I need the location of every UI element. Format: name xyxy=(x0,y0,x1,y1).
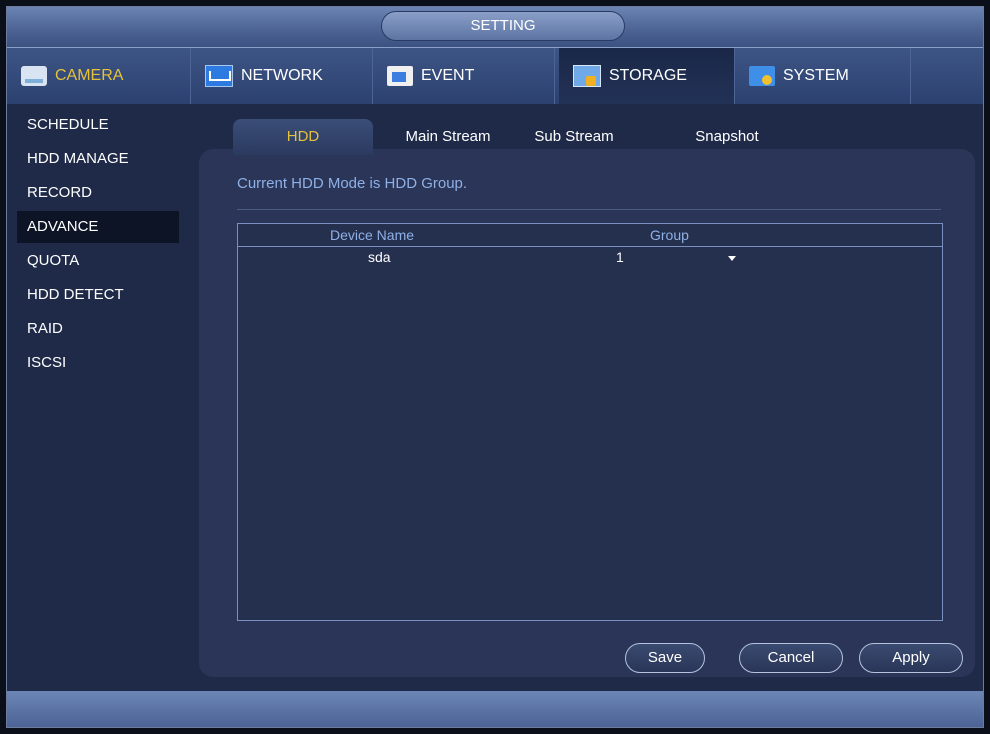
hdd-mode-text: Current HDD Mode is HDD Group. xyxy=(237,175,468,192)
sidebar-item-iscsi[interactable]: ISCSI xyxy=(17,347,179,379)
tab-camera-label: CAMERA xyxy=(55,67,124,84)
hdd-group-table: Device Name Group sda 1 xyxy=(237,223,943,621)
table-header: Device Name Group xyxy=(238,224,942,247)
tab-event-label: EVENT xyxy=(421,67,475,84)
window-title: SETTING xyxy=(381,11,625,41)
bottom-bar xyxy=(7,691,983,727)
tab-event[interactable]: EVENT xyxy=(373,48,555,104)
tab-system[interactable]: SYSTEM xyxy=(735,48,911,104)
table-row[interactable]: sda 1 xyxy=(238,247,942,269)
sidebar-item-raid[interactable]: RAID xyxy=(17,313,179,345)
device-name-cell: sda xyxy=(368,249,391,265)
cancel-button[interactable]: Cancel xyxy=(739,643,843,673)
tab-hdd[interactable]: HDD xyxy=(233,119,373,155)
main-panel: Current HDD Mode is HDD Group. Device Na… xyxy=(199,149,975,677)
sidebar-item-hdd-manage[interactable]: HDD MANAGE xyxy=(17,143,179,175)
event-icon xyxy=(387,66,413,86)
sidebar-item-schedule[interactable]: SCHEDULE xyxy=(17,109,179,141)
sidebar-item-hdd-detect[interactable]: HDD DETECT xyxy=(17,279,179,311)
tab-storage[interactable]: STORAGE xyxy=(559,48,735,104)
tab-sub-stream[interactable]: Sub Stream xyxy=(511,119,637,155)
tab-system-label: SYSTEM xyxy=(783,67,849,84)
tab-network-label: NETWORK xyxy=(241,67,323,84)
storage-icon xyxy=(573,65,601,87)
group-select-value[interactable]: 1 xyxy=(616,249,624,265)
column-header-group: Group xyxy=(650,227,689,243)
chevron-down-icon[interactable] xyxy=(728,256,736,261)
sidebar-item-quota[interactable]: QUOTA xyxy=(17,245,179,277)
column-header-device-name: Device Name xyxy=(330,227,415,243)
sidebar-item-advance[interactable]: ADVANCE xyxy=(17,211,179,243)
tab-snapshot[interactable]: Snapshot xyxy=(671,119,783,155)
camera-icon xyxy=(21,66,47,86)
tab-storage-label: STORAGE xyxy=(609,67,687,84)
top-navigation: CAMERA NETWORK EVENT STORAGE SYSTEM xyxy=(7,47,983,104)
sidebar-item-record[interactable]: RECORD xyxy=(17,177,179,209)
divider xyxy=(237,209,941,210)
tab-network[interactable]: NETWORK xyxy=(191,48,373,104)
system-icon xyxy=(749,66,775,86)
settings-window: SETTING CAMERA NETWORK EVENT STORAGE SYS… xyxy=(6,6,984,728)
save-button[interactable]: Save xyxy=(625,643,705,673)
tab-camera[interactable]: CAMERA xyxy=(7,48,191,104)
network-icon xyxy=(205,65,233,87)
tab-main-stream[interactable]: Main Stream xyxy=(381,119,515,155)
apply-button[interactable]: Apply xyxy=(859,643,963,673)
sidebar: SCHEDULE HDD MANAGE RECORD ADVANCE QUOTA… xyxy=(7,103,193,683)
title-bar: SETTING xyxy=(7,7,983,47)
